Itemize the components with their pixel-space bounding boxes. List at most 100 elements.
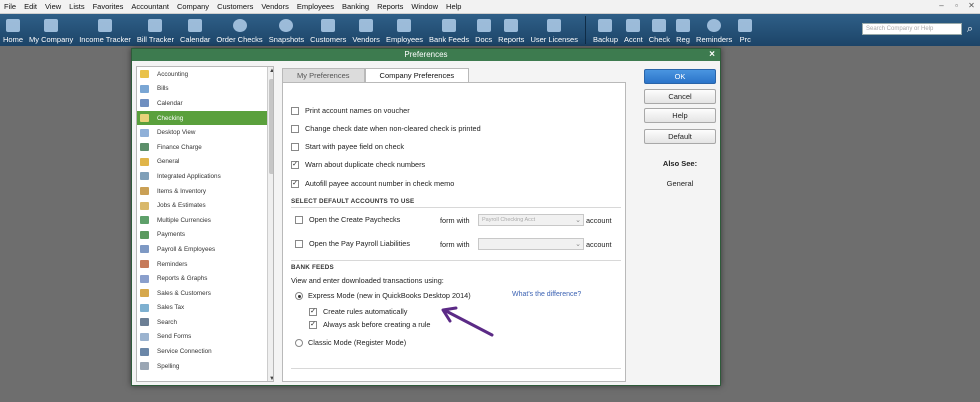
category-scrollbar[interactable]: ▲ ▼	[267, 67, 273, 381]
menu-edit[interactable]: Edit	[20, 2, 41, 11]
toolbar-backup[interactable]: Backup	[590, 14, 621, 46]
toolbar-prc[interactable]: Prc	[735, 14, 755, 46]
checkbox[interactable]	[291, 124, 299, 133]
category-items-inventory[interactable]: Items & Inventory	[137, 184, 273, 199]
help-button[interactable]: Help	[644, 108, 716, 123]
category-reports-graphs[interactable]: Reports & Graphs	[137, 271, 273, 286]
category-calendar[interactable]: Calendar	[137, 96, 273, 111]
checkbox[interactable]	[291, 106, 299, 115]
toolbar-label: Bank Feeds	[429, 35, 470, 44]
checkbox-checked[interactable]: ✓	[291, 179, 299, 188]
default-button[interactable]: Default	[644, 129, 716, 144]
checkbox[interactable]	[295, 239, 303, 248]
category-service-connection[interactable]: Service Connection	[137, 344, 273, 359]
menu-window[interactable]: Window	[407, 2, 442, 11]
menu-reports[interactable]: Reports	[373, 2, 407, 11]
category-label: Bills	[157, 85, 169, 93]
toolbar-income-tracker[interactable]: Income Tracker	[76, 14, 134, 46]
menu-employees[interactable]: Employees	[293, 2, 338, 11]
option-autofill-payee[interactable]: ✓ Autofill payee account number in check …	[291, 179, 454, 188]
scroll-thumb[interactable]	[269, 79, 273, 174]
toolbar-bill-tracker[interactable]: Bill Tracker	[134, 14, 177, 46]
radio-button[interactable]	[295, 338, 303, 347]
category-send-forms[interactable]: Send Forms	[137, 330, 273, 345]
category-sales-customers[interactable]: Sales & Customers	[137, 286, 273, 301]
category-bills[interactable]: Bills	[137, 82, 273, 97]
toolbar-vendors[interactable]: Vendors	[349, 14, 383, 46]
toolbar-docs[interactable]: Docs	[472, 14, 495, 46]
toolbar-reports[interactable]: Reports	[495, 14, 527, 46]
menu-help[interactable]: Help	[442, 2, 465, 11]
category-search[interactable]: Search	[137, 315, 273, 330]
tab-company-preferences[interactable]: Company Preferences	[364, 68, 470, 82]
menu-customers[interactable]: Customers	[213, 2, 257, 11]
category-finance-charge[interactable]: Finance Charge	[137, 140, 273, 155]
category-payroll-employees[interactable]: Payroll & Employees	[137, 242, 273, 257]
category-desktop-view[interactable]: Desktop View	[137, 125, 273, 140]
category-spelling[interactable]: Spelling	[137, 359, 273, 374]
menu-accountant[interactable]: Accountant	[127, 2, 173, 11]
toolbar-accnt[interactable]: Accnt	[621, 14, 646, 46]
category-sales-tax[interactable]: Sales Tax	[137, 301, 273, 316]
option-always-ask[interactable]: ✓ Always ask before creating a rule	[309, 320, 430, 329]
option-change-check-date[interactable]: Change check date when non-cleared check…	[291, 124, 481, 133]
category-payments[interactable]: Payments	[137, 228, 273, 243]
option-create-paychecks[interactable]: Open the Create Paychecks	[295, 215, 400, 224]
close-window-icon[interactable]: ✕	[967, 1, 976, 10]
toolbar-bank-feeds[interactable]: Bank Feeds	[426, 14, 472, 46]
checkbox-checked[interactable]: ✓	[309, 307, 317, 316]
toolbar-employees[interactable]: Employees	[383, 14, 426, 46]
menu-view[interactable]: View	[41, 2, 65, 11]
toolbar-home[interactable]: Home	[0, 14, 26, 46]
toolbar-reminders[interactable]: Reminders	[693, 14, 735, 46]
menu-file[interactable]: File	[0, 2, 20, 11]
option-pay-payroll-liabilities[interactable]: Open the Pay Payroll Liabilities	[295, 239, 410, 248]
option-warn-duplicate[interactable]: ✓ Warn about duplicate check numbers	[291, 160, 425, 169]
checkbox[interactable]	[291, 142, 299, 151]
tab-my-preferences[interactable]: My Preferences	[282, 68, 365, 82]
toolbar-user-licenses[interactable]: User Licenses	[527, 14, 581, 46]
radio-classic-mode[interactable]: Classic Mode (Register Mode)	[295, 338, 406, 347]
category-general[interactable]: General	[137, 155, 273, 170]
close-icon[interactable]: ×	[709, 49, 715, 61]
checkbox[interactable]	[295, 215, 303, 224]
option-create-rules[interactable]: ✓ Create rules automatically	[309, 307, 407, 316]
company-search-input[interactable]: Search Company or Help	[862, 23, 962, 35]
scroll-down-icon[interactable]: ▼	[268, 376, 273, 381]
also-see-general-link[interactable]: General	[644, 179, 716, 188]
toolbar-calendar[interactable]: Calendar	[177, 14, 213, 46]
option-print-account-names[interactable]: Print account names on voucher	[291, 106, 410, 115]
category-reminders[interactable]: Reminders	[137, 257, 273, 272]
category-integrated-applications[interactable]: Integrated Applications	[137, 169, 273, 184]
minimize-icon[interactable]: –	[937, 1, 946, 10]
toolbar-customers[interactable]: Customers	[307, 14, 349, 46]
restore-icon[interactable]: ▫	[952, 1, 961, 10]
scroll-up-icon[interactable]: ▲	[268, 68, 273, 74]
menu-lists[interactable]: Lists	[65, 2, 88, 11]
whats-the-difference-link[interactable]: What's the difference?	[512, 291, 581, 298]
checkbox-checked[interactable]: ✓	[291, 160, 299, 169]
toolbar-order-checks[interactable]: Order Checks	[213, 14, 265, 46]
divider	[291, 260, 621, 261]
toolbar-my-company[interactable]: My Company	[26, 14, 76, 46]
category-accounting[interactable]: Accounting	[137, 67, 273, 82]
ok-button[interactable]: OK	[644, 69, 716, 84]
search-icon[interactable]: ⌕	[963, 22, 977, 36]
liabilities-account-select[interactable]: ⌄	[478, 238, 584, 250]
menu-favorites[interactable]: Favorites	[89, 2, 128, 11]
toolbar-check[interactable]: Check	[646, 14, 673, 46]
checkbox-checked[interactable]: ✓	[309, 320, 317, 329]
cancel-button[interactable]: Cancel	[644, 89, 716, 104]
menu-vendors[interactable]: Vendors	[257, 2, 293, 11]
option-start-with-payee[interactable]: Start with payee field on check	[291, 142, 404, 151]
toolbar-snapshots[interactable]: Snapshots	[266, 14, 307, 46]
paychecks-account-select[interactable]: Payroll Checking Acct ⌄	[478, 214, 584, 226]
category-checking[interactable]: Checking	[137, 110, 273, 126]
category-multiple-currencies[interactable]: Multiple Currencies	[137, 213, 273, 228]
menu-company[interactable]: Company	[173, 2, 213, 11]
radio-express-mode[interactable]: Express Mode (new in QuickBooks Desktop …	[295, 291, 471, 300]
radio-button-selected[interactable]	[295, 291, 303, 300]
menu-banking[interactable]: Banking	[338, 2, 373, 11]
category-jobs-estimates[interactable]: Jobs & Estimates	[137, 198, 273, 213]
toolbar-reg[interactable]: Reg	[673, 14, 693, 46]
